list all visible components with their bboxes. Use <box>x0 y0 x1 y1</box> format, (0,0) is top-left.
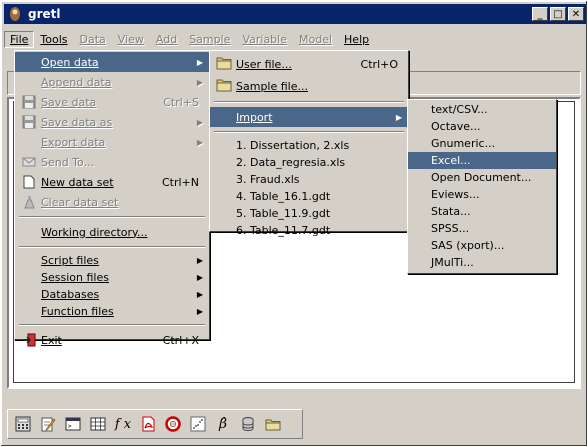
save-icon <box>21 94 37 110</box>
menu-bar: File Tools Data View Add Sample Variable… <box>4 29 586 49</box>
window-title: gretl <box>28 7 61 21</box>
file-menu-append-data[interactable]: Append data ▶ <box>15 72 209 92</box>
menu-model[interactable]: Model <box>293 31 338 48</box>
import-spss[interactable]: SPSS... <box>408 220 556 237</box>
recent-file-6[interactable]: 6. Table_11.7.gdt <box>210 222 408 239</box>
menu-tools[interactable]: Tools <box>34 31 73 48</box>
import-eviews[interactable]: Eviews... <box>408 186 556 203</box>
recent-file-5[interactable]: 5. Table_11.9.gdt <box>210 205 408 222</box>
folder-icon <box>216 55 232 71</box>
file-menu-save-data-as[interactable]: Save data as ▶ <box>15 112 209 132</box>
title-bar[interactable]: gretl _ □ ✕ <box>4 4 586 24</box>
file-menu-session-files[interactable]: Session files ▶ <box>15 269 209 286</box>
function-icon[interactable]: f x <box>112 413 134 435</box>
open-user-file[interactable]: User file... Ctrl+O <box>210 53 408 75</box>
menu-separator <box>214 131 404 133</box>
console-icon[interactable]: > <box>62 413 84 435</box>
import-open-document[interactable]: Open Document... <box>408 169 556 186</box>
open-sample-file[interactable]: Sample file... <box>210 75 408 97</box>
menu-view[interactable]: View <box>112 31 150 48</box>
exit-icon <box>21 332 37 348</box>
lifebuoy-help-icon[interactable] <box>162 413 184 435</box>
calculator-icon[interactable] <box>12 413 34 435</box>
file-menu-function-files[interactable]: Function files ▶ <box>15 303 209 320</box>
open-data-submenu: User file... Ctrl+O Sample file... Import… <box>209 50 409 237</box>
menu-separator <box>19 246 205 248</box>
menu-separator <box>19 324 205 326</box>
file-menu-export-data[interactable]: Export data ▶ <box>15 132 209 152</box>
import-submenu: text/CSV... Octave... Gnumeric... Excel.… <box>407 99 557 274</box>
import-text-csv[interactable]: text/CSV... <box>408 101 556 118</box>
import-sas-xport[interactable]: SAS (xport)... <box>408 237 556 254</box>
import-excel[interactable]: Excel... <box>408 152 556 169</box>
recent-file-3[interactable]: 3. Fraud.xls <box>210 171 408 188</box>
file-menu-new-data-set[interactable]: New data set Ctrl+N <box>15 172 209 192</box>
recent-file-1[interactable]: 1. Dissertation, 2.xls <box>210 137 408 154</box>
file-menu: Open data ▶ Append data ▶ Save data Ctrl+S … <box>14 50 210 347</box>
edit-script-icon[interactable] <box>37 413 59 435</box>
new-file-icon <box>21 174 37 190</box>
file-menu-working-directory[interactable]: Working directory... <box>15 222 209 242</box>
menu-file[interactable]: File <box>4 30 35 48</box>
menu-help[interactable]: Help <box>338 31 375 48</box>
menu-sample[interactable]: Sample <box>183 31 236 48</box>
close-button[interactable]: ✕ <box>568 7 584 21</box>
minimize-button[interactable]: _ <box>532 7 548 21</box>
svg-text:>: > <box>68 423 72 430</box>
menu-separator <box>19 216 205 218</box>
gretl-app-icon <box>7 6 23 22</box>
file-menu-clear-data-set[interactable]: Clear data set <box>15 192 209 212</box>
save-as-icon <box>21 114 37 130</box>
folder-icon[interactable] <box>262 413 284 435</box>
file-menu-exit[interactable]: Exit Ctrl+X <box>15 330 209 350</box>
file-menu-save-data[interactable]: Save data Ctrl+S <box>15 92 209 112</box>
bottom-toolbar: > f x β̂ <box>7 409 303 439</box>
main-window: gretl _ □ ✕ File Tools Data View Add Sam… <box>0 0 588 447</box>
import-stata[interactable]: Stata... <box>408 203 556 220</box>
file-menu-open-data[interactable]: Open data ▶ <box>15 52 209 72</box>
beta-model-icon[interactable]: β̂ <box>212 413 234 435</box>
import-octave[interactable]: Octave... <box>408 118 556 135</box>
file-menu-databases[interactable]: Databases ▶ <box>15 286 209 303</box>
file-menu-send-to[interactable]: Send To... <box>15 152 209 172</box>
clear-icon <box>21 194 37 210</box>
file-menu-script-files[interactable]: Script files ▶ <box>15 252 209 269</box>
maximize-button[interactable]: □ <box>550 7 566 21</box>
pdf-help-icon[interactable] <box>137 413 159 435</box>
import-jmulti[interactable]: JMulTi... <box>408 254 556 271</box>
import-gnumeric[interactable]: Gnumeric... <box>408 135 556 152</box>
recent-file-4[interactable]: 4. Table_16.1.gdt <box>210 188 408 205</box>
scatter-plot-icon[interactable] <box>187 413 209 435</box>
recent-file-2[interactable]: 2. Data_regresia.xls <box>210 154 408 171</box>
grid-icon[interactable] <box>87 413 109 435</box>
database-icon[interactable] <box>237 413 259 435</box>
menu-data[interactable]: Data <box>74 31 112 48</box>
folder-icon <box>216 77 232 93</box>
mail-icon <box>21 154 37 170</box>
menu-add[interactable]: Add <box>150 31 183 48</box>
menu-separator <box>214 101 404 103</box>
open-import[interactable]: Import ▶ <box>210 107 408 127</box>
menu-variable[interactable]: Variable <box>236 31 293 48</box>
